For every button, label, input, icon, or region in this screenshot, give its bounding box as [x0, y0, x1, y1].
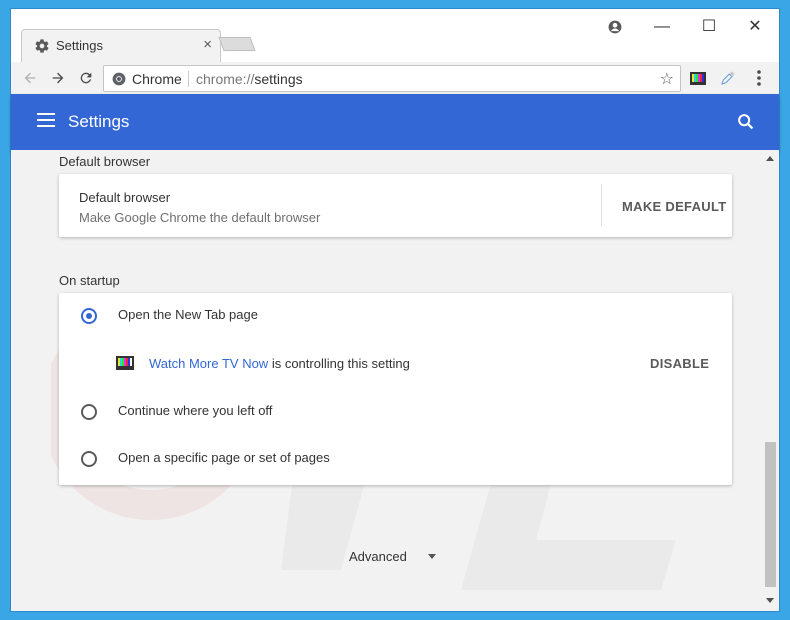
- browser-window: Settings × — ☐ ✕ Chrome chrome://setting…: [10, 8, 780, 612]
- bookmark-star-icon[interactable]: ☆: [660, 69, 674, 89]
- on-startup-section-title: On startup: [59, 273, 120, 288]
- on-startup-card: Open the New Tab page Watch More TV Now …: [59, 293, 732, 485]
- startup-option-specific-pages[interactable]: Open a specific page or set of pages: [59, 436, 732, 482]
- chrome-icon: [112, 72, 126, 86]
- eyedropper-icon: [721, 71, 735, 85]
- menu-button[interactable]: [748, 67, 770, 89]
- startup-option-continue[interactable]: Continue where you left off: [59, 389, 732, 435]
- reload-button[interactable]: [75, 67, 97, 89]
- search-icon[interactable]: [735, 111, 757, 133]
- kebab-menu-icon: [757, 70, 761, 86]
- gear-icon: [35, 39, 49, 53]
- radio-checked[interactable]: [81, 308, 97, 324]
- radio-unchecked[interactable]: [81, 451, 97, 467]
- back-arrow-icon: [24, 72, 36, 84]
- reload-icon: [80, 72, 92, 84]
- extension-control-text: Watch More TV Now is controlling this se…: [149, 356, 410, 371]
- url-path: settings: [254, 71, 303, 87]
- extension-suffix: is controlling this setting: [268, 356, 410, 371]
- forward-button[interactable]: [47, 67, 69, 89]
- eyedropper-extension-button[interactable]: [717, 67, 739, 89]
- scrollbar[interactable]: [762, 150, 779, 611]
- radio-unchecked[interactable]: [81, 404, 97, 420]
- default-browser-sublabel: Make Google Chrome the default browser: [79, 210, 321, 225]
- browser-toolbar: Chrome chrome://settings ☆: [11, 62, 779, 94]
- disable-extension-button[interactable]: DISABLE: [650, 356, 709, 371]
- default-browser-label: Default browser: [79, 190, 171, 205]
- startup-option-label: Open a specific page or set of pages: [118, 450, 330, 465]
- extension-link[interactable]: Watch More TV Now: [149, 356, 268, 371]
- page-title: Settings: [68, 112, 130, 131]
- extension-control-row: Watch More TV Now is controlling this se…: [59, 341, 732, 387]
- url-scheme: chrome://: [196, 71, 255, 87]
- make-default-button[interactable]: MAKE DEFAULT: [622, 199, 726, 214]
- minimize-button[interactable]: —: [647, 15, 677, 39]
- advanced-toggle[interactable]: Advanced: [349, 549, 407, 564]
- scroll-down-arrow-icon[interactable]: [766, 598, 774, 603]
- account-icon-glyph: [608, 20, 622, 34]
- url-text: chrome://settings: [196, 71, 303, 87]
- close-window-button[interactable]: ✕: [740, 15, 770, 39]
- tab-title: Settings: [56, 38, 103, 53]
- default-browser-section-title: Default browser: [59, 154, 151, 169]
- scroll-up-arrow-icon[interactable]: [766, 156, 774, 161]
- new-tab-button[interactable]: [218, 37, 256, 51]
- scroll-thumb[interactable]: [765, 442, 776, 587]
- tab-strip: Settings × — ☐ ✕: [11, 9, 779, 62]
- back-button[interactable]: [19, 67, 41, 89]
- tv-extension-button[interactable]: [687, 67, 709, 89]
- account-icon[interactable]: [600, 15, 630, 39]
- tv-extension-icon: [690, 71, 706, 85]
- startup-option-label: Open the New Tab page: [118, 307, 258, 322]
- startup-option-new-tab[interactable]: Open the New Tab page: [59, 293, 732, 339]
- default-browser-card: Default browser Make Google Chrome the d…: [59, 174, 732, 237]
- hamburger-menu-icon[interactable]: [37, 113, 55, 127]
- card-divider: [601, 184, 602, 226]
- address-bar[interactable]: Chrome chrome://settings ☆: [103, 65, 681, 92]
- startup-option-label: Continue where you left off: [118, 403, 273, 418]
- settings-header: Settings: [11, 94, 779, 150]
- omnibox-separator: [188, 71, 189, 87]
- tv-extension-icon: [116, 356, 134, 370]
- omnibox-chip: Chrome: [132, 71, 182, 87]
- forward-arrow-icon: [52, 72, 64, 84]
- chevron-down-icon[interactable]: [428, 554, 436, 559]
- tab-close-icon[interactable]: ×: [203, 36, 212, 53]
- settings-content: Default browser Default browser Make Goo…: [11, 150, 762, 611]
- tab-settings[interactable]: Settings ×: [21, 29, 221, 62]
- maximize-button[interactable]: ☐: [694, 15, 724, 39]
